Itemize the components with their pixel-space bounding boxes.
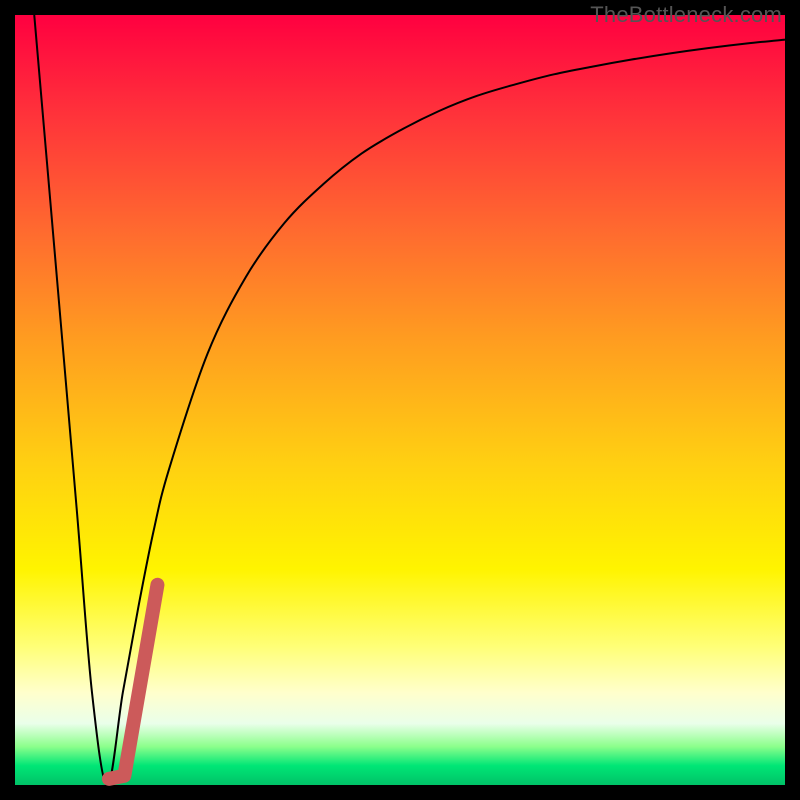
- highlight-segment-line: [109, 585, 158, 779]
- chart-svg: [15, 15, 785, 785]
